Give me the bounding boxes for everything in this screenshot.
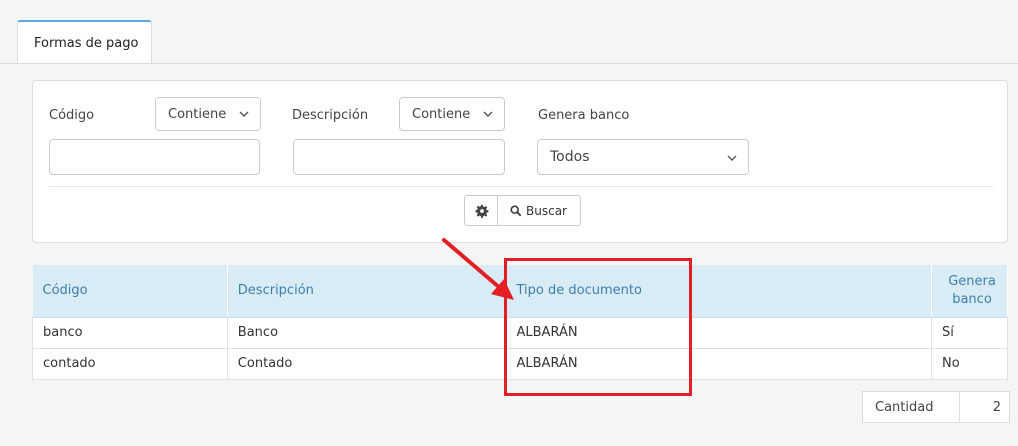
cell-codigo: contado — [32, 348, 228, 380]
search-icon — [510, 205, 522, 217]
chevron-down-icon — [727, 155, 737, 161]
cell-descripcion: Contado — [227, 348, 507, 380]
cell-genera-banco: No — [931, 348, 1009, 380]
gear-icon — [475, 204, 489, 218]
genera-banco-filter-label: Genera banco — [538, 108, 630, 123]
cell-codigo: banco — [32, 317, 228, 349]
count-divider — [959, 392, 960, 422]
search-button[interactable]: Buscar — [497, 195, 581, 226]
genera-banco-select[interactable]: Todos — [537, 139, 749, 175]
tab-formas-de-pago[interactable]: Formas de pago — [17, 20, 152, 64]
codigo-operator-value: Contiene — [168, 107, 227, 122]
table-row[interactable]: contado Contado ALBARÁN No — [32, 348, 1009, 380]
column-header-genera-banco[interactable]: Genera banco — [931, 265, 1009, 318]
cell-tipo-documento: ALBARÁN — [506, 317, 932, 349]
filter-panel: Código Contiene Descripción Contiene Gen… — [32, 80, 1008, 243]
column-header-tipo-documento[interactable]: Tipo de documento — [506, 265, 932, 318]
codigo-input[interactable] — [49, 139, 260, 175]
codigo-operator-select[interactable]: Contiene — [155, 97, 261, 131]
search-button-label: Buscar — [526, 204, 567, 218]
column-header-descripcion[interactable]: Descripción — [227, 265, 507, 318]
column-header-codigo[interactable]: Código — [32, 265, 228, 318]
descripcion-operator-value: Contiene — [412, 107, 471, 122]
tab-bar-divider — [0, 63, 1018, 64]
column-header-genera-banco-label: Genera banco — [948, 273, 996, 307]
descripcion-filter-label: Descripción — [292, 108, 369, 123]
tab-bar: Formas de pago — [0, 0, 1018, 64]
record-count: Cantidad 2 — [862, 391, 1010, 423]
chevron-down-icon — [483, 111, 493, 117]
formas-pago-table: Código Descripción Tipo de documento Gen… — [32, 265, 1009, 380]
filter-divider — [49, 186, 993, 187]
genera-banco-value: Todos — [550, 149, 590, 165]
cell-descripcion: Banco — [227, 317, 507, 349]
table-header-row: Código Descripción Tipo de documento Gen… — [32, 265, 1009, 318]
descripcion-input[interactable] — [293, 139, 505, 175]
cell-genera-banco: Sí — [931, 317, 1009, 349]
count-value: 2 — [992, 400, 1001, 415]
descripcion-operator-select[interactable]: Contiene — [399, 97, 505, 131]
codigo-filter-label: Código — [49, 108, 95, 123]
count-label: Cantidad — [875, 400, 934, 415]
settings-button[interactable] — [464, 195, 498, 226]
cell-tipo-documento: ALBARÁN — [506, 348, 932, 380]
table-row[interactable]: banco Banco ALBARÁN Sí — [32, 317, 1009, 349]
chevron-down-icon — [239, 111, 249, 117]
